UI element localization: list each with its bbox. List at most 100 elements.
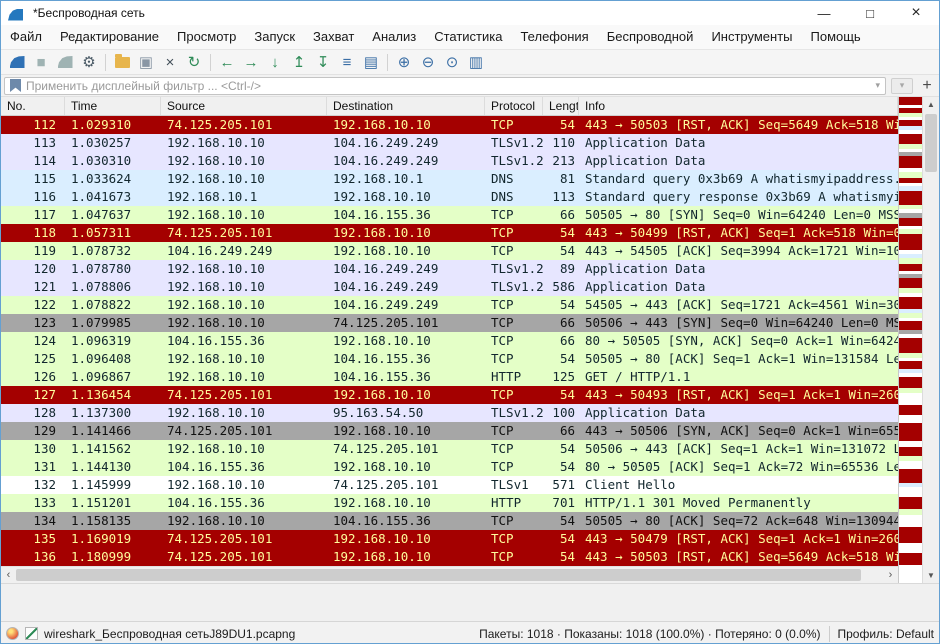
packet-row[interactable]: 117 1.047637 192.168.10.10 104.16.155.36…: [1, 206, 898, 224]
menu-item[interactable]: Статистика: [425, 25, 511, 49]
packet-row[interactable]: 136 1.180999 74.125.205.101 192.168.10.1…: [1, 548, 898, 566]
menu-item[interactable]: Беспроводной: [598, 25, 703, 49]
close-file-icon[interactable]: ×: [158, 51, 182, 73]
zoom-reset-icon[interactable]: ⊙: [440, 51, 464, 73]
menu-item[interactable]: Захват: [304, 25, 363, 49]
packet-no: 134: [1, 512, 65, 530]
packet-length: 100: [543, 404, 579, 422]
close-button[interactable]: ×: [893, 1, 939, 25]
packet-row[interactable]: 118 1.057311 74.125.205.101 192.168.10.1…: [1, 224, 898, 242]
menu-item[interactable]: Телефония: [511, 25, 597, 49]
packet-row[interactable]: 128 1.137300 192.168.10.10 95.163.54.50 …: [1, 404, 898, 422]
menu-item[interactable]: Редактирование: [51, 25, 168, 49]
packet-row[interactable]: 112 1.029310 74.125.205.101 192.168.10.1…: [1, 116, 898, 134]
packet-row[interactable]: 124 1.096319 104.16.155.36 192.168.10.10…: [1, 332, 898, 350]
stop-capture-icon[interactable]: ■: [29, 51, 53, 73]
zoom-out-icon[interactable]: ⊖: [416, 51, 440, 73]
vertical-scrollbar[interactable]: ▲ ▼: [922, 97, 939, 583]
packet-row[interactable]: 121 1.078806 192.168.10.10 104.16.249.24…: [1, 278, 898, 296]
capture-options-icon[interactable]: ⚙: [77, 51, 101, 73]
go-forward-icon[interactable]: →: [239, 51, 263, 73]
packet-row[interactable]: 125 1.096408 192.168.10.10 104.16.155.36…: [1, 350, 898, 368]
filter-bookmark-icon[interactable]: [10, 79, 21, 92]
menu-item[interactable]: Запуск: [245, 25, 304, 49]
menu-item[interactable]: Файл: [1, 25, 51, 49]
horizontal-scrollbar[interactable]: ‹ ›: [1, 566, 898, 583]
packet-row[interactable]: 132 1.145999 192.168.10.10 74.125.205.10…: [1, 476, 898, 494]
menu-item[interactable]: Инструменты: [702, 25, 801, 49]
profile-selector[interactable]: Профиль: Default: [838, 627, 935, 641]
start-capture-icon[interactable]: [5, 51, 29, 73]
scroll-up-icon[interactable]: ▲: [923, 100, 939, 109]
capture-filename: wireshark_Беспроводная сетьJ89DU1.pcapng: [44, 627, 295, 641]
menu-item[interactable]: Анализ: [363, 25, 425, 49]
packet-no: 122: [1, 296, 65, 314]
go-first-icon[interactable]: ↥: [287, 51, 311, 73]
column-header-source[interactable]: Source: [161, 97, 327, 115]
save-file-icon[interactable]: ▣: [134, 51, 158, 73]
scroll-left-icon[interactable]: ‹: [1, 567, 16, 583]
column-header-protocol[interactable]: Protocol: [485, 97, 543, 115]
display-filter-box[interactable]: ▾: [4, 77, 886, 95]
zoom-in-icon[interactable]: ⊕: [392, 51, 416, 73]
auto-scroll-icon[interactable]: ≡: [335, 51, 359, 73]
packet-row[interactable]: 126 1.096867 192.168.10.10 104.16.155.36…: [1, 368, 898, 386]
filter-expression-dropdown[interactable]: ▾: [891, 78, 913, 94]
packet-row[interactable]: 122 1.078822 192.168.10.10 104.16.249.24…: [1, 296, 898, 314]
packet-info: Standard query response 0x3b69 A whatism…: [579, 188, 898, 206]
packet-row[interactable]: 115 1.033624 192.168.10.10 192.168.10.1 …: [1, 170, 898, 188]
column-header-length[interactable]: Length: [543, 97, 579, 115]
column-header-time[interactable]: Time: [65, 97, 161, 115]
open-file-icon[interactable]: [110, 51, 134, 73]
packet-protocol: TLSv1: [485, 476, 543, 494]
packet-row[interactable]: 135 1.169019 74.125.205.101 192.168.10.1…: [1, 530, 898, 548]
expert-info-icon[interactable]: [6, 627, 19, 640]
vertical-scroll-thumb[interactable]: [925, 114, 937, 172]
horizontal-scroll-thumb[interactable]: [16, 569, 861, 581]
packet-row[interactable]: 113 1.030257 192.168.10.10 104.16.249.24…: [1, 134, 898, 152]
add-filter-button[interactable]: +: [918, 77, 936, 95]
packet-destination: 192.168.10.10: [327, 188, 485, 206]
packet-time: 1.096319: [65, 332, 161, 350]
packet-row[interactable]: 129 1.141466 74.125.205.101 192.168.10.1…: [1, 422, 898, 440]
packet-row[interactable]: 116 1.041673 192.168.10.1 192.168.10.10 …: [1, 188, 898, 206]
restart-capture-icon[interactable]: [53, 51, 77, 73]
column-header-info[interactable]: Info: [579, 97, 898, 115]
packet-row[interactable]: 127 1.136454 74.125.205.101 192.168.10.1…: [1, 386, 898, 404]
packet-row[interactable]: 119 1.078732 104.16.249.249 192.168.10.1…: [1, 242, 898, 260]
packet-row[interactable]: 134 1.158135 192.168.10.10 104.16.155.36…: [1, 512, 898, 530]
menu-item[interactable]: Помощь: [802, 25, 870, 49]
packet-minimap[interactable]: [898, 97, 922, 583]
packet-row[interactable]: 120 1.078780 192.168.10.10 104.16.249.24…: [1, 260, 898, 278]
packet-length: 113: [543, 188, 579, 206]
packet-row[interactable]: 123 1.079985 192.168.10.10 74.125.205.10…: [1, 314, 898, 332]
display-filter-input[interactable]: [26, 78, 870, 94]
maximize-button[interactable]: □: [847, 1, 893, 25]
column-header-no[interactable]: No.: [1, 97, 65, 115]
go-back-icon[interactable]: ←: [215, 51, 239, 73]
go-last-icon[interactable]: ↧: [311, 51, 335, 73]
scroll-down-icon[interactable]: ▼: [923, 571, 939, 580]
packet-time: 1.047637: [65, 206, 161, 224]
packet-length: 89: [543, 260, 579, 278]
capture-comment-icon[interactable]: [25, 627, 38, 640]
packet-length: 701: [543, 494, 579, 512]
packet-destination: 104.16.249.249: [327, 152, 485, 170]
colorize-icon[interactable]: ▤: [359, 51, 383, 73]
packet-row[interactable]: 131 1.144130 104.16.155.36 192.168.10.10…: [1, 458, 898, 476]
packet-source: 192.168.10.10: [161, 152, 327, 170]
column-header-destination[interactable]: Destination: [327, 97, 485, 115]
menu-item[interactable]: Просмотр: [168, 25, 245, 49]
go-to-packet-icon[interactable]: ↓: [263, 51, 287, 73]
packet-row[interactable]: 133 1.151201 104.16.155.36 192.168.10.10…: [1, 494, 898, 512]
resize-columns-icon[interactable]: ▥: [464, 51, 488, 73]
packet-time: 1.078780: [65, 260, 161, 278]
packet-row[interactable]: 114 1.030310 192.168.10.10 104.16.249.24…: [1, 152, 898, 170]
minimize-button[interactable]: —: [801, 1, 847, 25]
filter-dropdown-icon[interactable]: ▾: [875, 80, 880, 91]
packet-row[interactable]: 130 1.141562 192.168.10.10 74.125.205.10…: [1, 440, 898, 458]
scroll-right-icon[interactable]: ›: [883, 567, 898, 583]
packet-protocol: HTTP: [485, 494, 543, 512]
reload-file-icon[interactable]: ↻: [182, 51, 206, 73]
packet-length: 586: [543, 278, 579, 296]
